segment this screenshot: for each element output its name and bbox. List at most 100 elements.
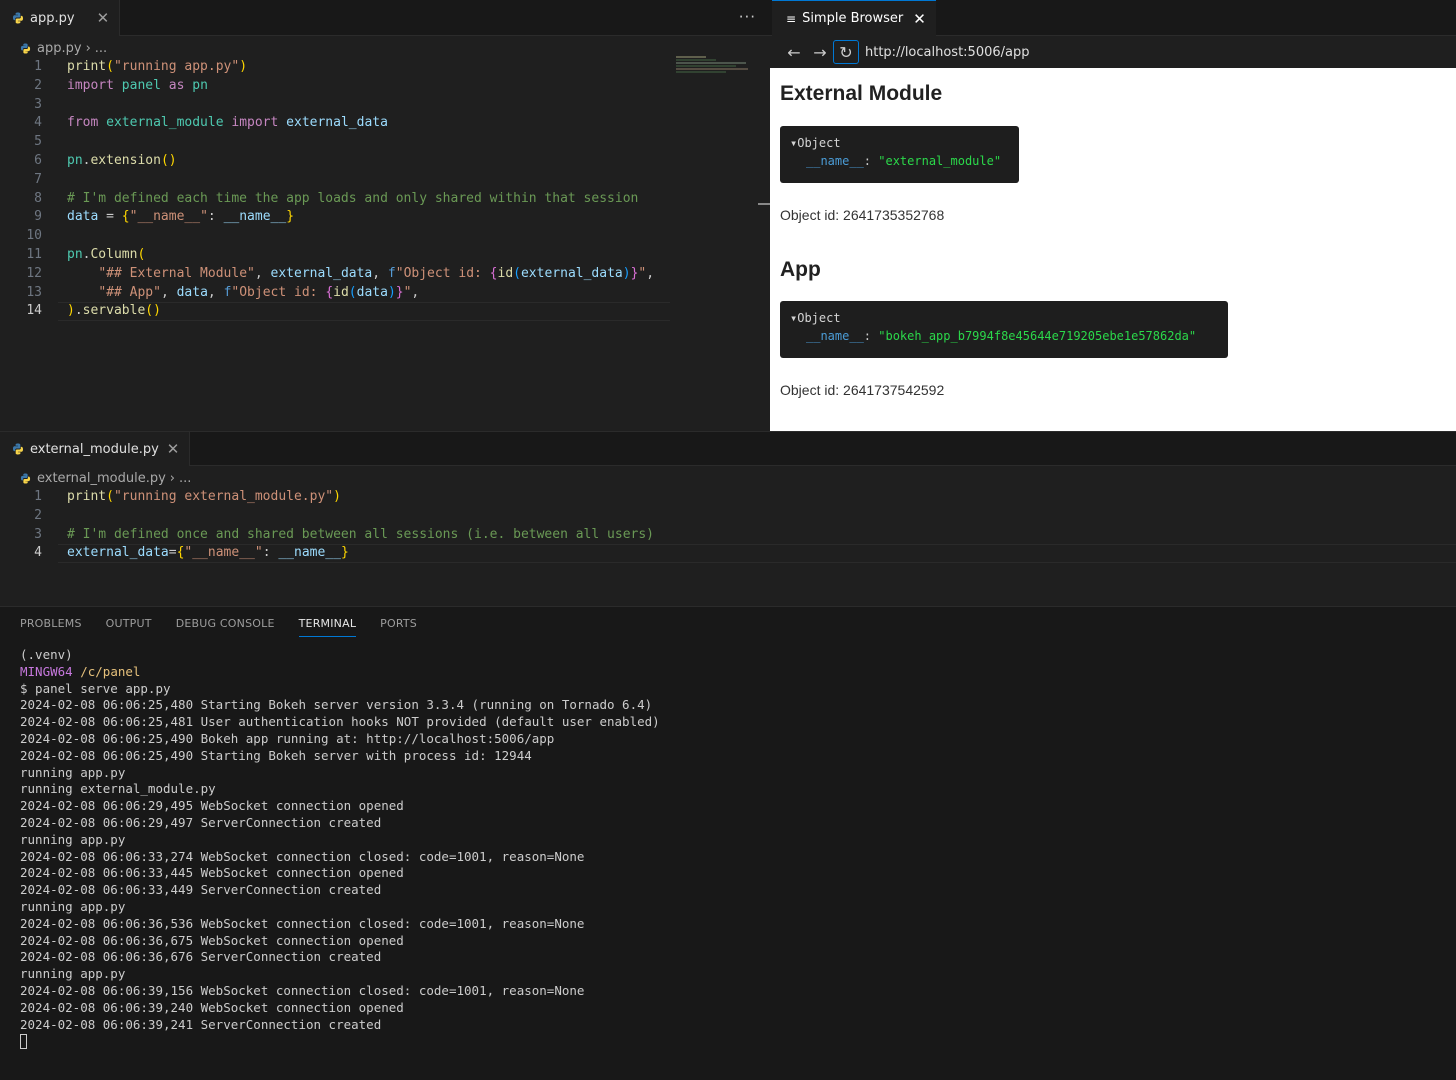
terminal-line: 2024-02-08 06:06:36,675 WebSocket connec… [20,932,404,948]
close-icon[interactable]: ✕ [167,440,180,458]
tab-label: app.py [30,10,75,26]
editor-tab-bar: app.py ✕ ··· [0,0,770,36]
tab-problems[interactable]: PROBLEMS [20,617,82,637]
python-icon [20,42,31,54]
close-icon[interactable]: ✕ [913,10,926,28]
terminal-line: 2024-02-08 06:06:33,445 WebSocket connec… [20,865,404,881]
json-viewer[interactable]: ▾Object __name__: "bokeh_app_b7994f8e456… [780,301,1228,358]
arrow-left-icon[interactable]: ← [781,40,807,64]
breadcrumb: app.py › ... [20,38,107,58]
terminal-line: 2024-02-08 06:06:29,495 WebSocket connec… [20,798,404,814]
tab-external-module-py[interactable]: external_module.py ✕ [0,432,191,466]
code-line: 1 print("running external_module.py") [34,489,341,504]
terminal-line: 2024-02-08 06:06:25,490 Bokeh app runnin… [20,730,555,746]
close-icon[interactable]: ✕ [97,9,110,27]
json-viewer[interactable]: ▾Object __name__: "external_module" [780,126,1019,183]
json-object-label: Object [797,311,841,325]
json-key: __name__ [806,154,864,168]
code-line: 9 data = {"__name__": __name__} [34,209,295,225]
prompt-host: MINGW64 [20,663,73,679]
browser-icon: ≡ [786,11,797,26]
breadcrumb-file[interactable]: external_module.py [37,471,166,486]
tab-ports[interactable]: PORTS [380,617,417,637]
bottom-panel: PROBLEMS OUTPUT DEBUG CONSOLE TERMINAL P… [0,606,1456,1080]
code-area[interactable]: 1 print("running app.py") 2 import panel a… [0,58,680,321]
terminal-line: 2024-02-08 06:06:39,240 WebSocket connec… [20,999,404,1015]
browser-page: External Module ▾Object __name__: "exter… [770,68,1456,431]
arrow-right-icon[interactable]: → [807,40,833,64]
code-line: 13 "## App", data, f"Object id: {id(data… [26,284,420,300]
tab-app-py[interactable]: app.py ✕ [0,0,121,36]
url-input[interactable] [863,40,1456,64]
breadcrumb: external_module.py › ... [20,468,191,488]
terminal-line: running app.py [20,966,126,982]
terminal-prompt: MINGW64 /c/panel [20,664,660,681]
prompt-path: /c/panel [80,663,141,679]
code-line: 6 pn.extension() [34,152,177,168]
code-line: 3 [34,96,42,112]
tab-debug-console[interactable]: DEBUG CONSOLE [176,617,275,637]
editor-app-py: app.py ✕ ··· app.py › ... 1 print("runnin… [0,0,770,431]
python-icon [12,12,24,24]
json-key: __name__ [806,329,864,343]
terminal-line: 2024-02-08 06:06:39,241 ServerConnection… [20,1016,382,1032]
terminal-line: 2024-02-08 06:06:25,490 Starting Bokeh s… [20,747,532,763]
code-line: 4 from external_module import external_da… [34,115,388,131]
json-value: "external_module" [878,154,1002,168]
terminal-line: 2024-02-08 06:06:25,480 Starting Bokeh s… [20,697,653,713]
python-icon [20,472,31,484]
terminal-command: $ panel serve app.py [20,680,171,696]
code-line: 8 # I'm defined each time the app loads a… [34,190,639,206]
breadcrumb-symbol[interactable]: ... [95,41,107,56]
terminal-line: running app.py [20,898,126,914]
code-line: 1 print("running app.py") [34,59,248,74]
terminal-line: running external_module.py [20,781,216,797]
breadcrumb-symbol[interactable]: ... [179,471,191,486]
cursor-icon [20,1034,27,1050]
code-area[interactable]: 1 print("running external_module.py") 2 3… [0,488,1400,563]
code-line: 3 # I'm defined once and shared between a… [34,526,654,542]
tab-label: Simple Browser [802,11,904,26]
code-line: 11 pn.Column( [26,246,146,262]
editor-external-module-py: external_module.py ✕ external_module.py … [0,431,1456,606]
terminal-line: (.venv) [20,647,73,662]
reload-icon[interactable]: ↻ [833,40,859,64]
chevron-right-icon: › [85,40,91,56]
code-line: 2 import panel as pn [34,77,208,93]
code-line: 7 [34,171,42,187]
terminal-line: running app.py [20,831,126,847]
more-actions-icon[interactable]: ··· [739,8,756,26]
terminal-line: 2024-02-08 06:06:36,676 ServerConnection… [20,949,382,965]
json-value: "bokeh_app_b7994f8e45644e719205ebe1e5786… [878,329,1197,343]
simple-browser: ≡ Simple Browser ✕ ← → ↻ External Module… [770,0,1456,431]
terminal-line: 2024-02-08 06:06:36,536 WebSocket connec… [20,915,585,931]
minimap[interactable] [676,56,756,86]
terminal-line: running app.py [20,764,126,780]
terminal-line: 2024-02-08 06:06:33,274 WebSocket connec… [20,848,585,864]
code-line: 14).servable() [26,303,161,319]
browser-tab-bar: ≡ Simple Browser ✕ [770,0,1456,36]
tab-terminal[interactable]: TERMINAL [298,617,357,637]
panel-tabs: PROBLEMS OUTPUT DEBUG CONSOLE TERMINAL P… [20,617,441,637]
tab-output[interactable]: OUTPUT [106,617,152,637]
scrollbar[interactable] [758,203,770,205]
object-id-text: Object id: 2641735352768 [780,207,945,223]
terminal-line: 2024-02-08 06:06:39,156 WebSocket connec… [20,982,585,998]
terminal-line: 2024-02-08 06:06:33,449 ServerConnection… [20,882,382,898]
tab-label: external_module.py [30,441,159,457]
section-heading: App [780,258,821,281]
code-line: 2 [34,507,42,523]
code-line: 12 "## External Module", external_data, … [26,265,655,281]
object-id-text: Object id: 2641737542592 [780,382,945,398]
editor-tab-bar: external_module.py ✕ [0,432,1456,466]
tab-simple-browser[interactable]: ≡ Simple Browser ✕ [772,0,936,36]
section-heading: External Module [780,82,943,105]
terminal-cursor[interactable] [20,1033,660,1050]
terminal-line: 2024-02-08 06:06:25,481 User authenticat… [20,714,660,730]
terminal-line: 2024-02-08 06:06:29,497 ServerConnection… [20,814,382,830]
breadcrumb-file[interactable]: app.py [37,41,82,56]
browser-toolbar: ← → ↻ [770,36,1456,68]
chevron-right-icon: › [169,470,175,486]
code-line: 5 [34,134,42,150]
terminal-output[interactable]: (.venv) MINGW64 /c/panel $ panel serve a… [20,647,660,1050]
